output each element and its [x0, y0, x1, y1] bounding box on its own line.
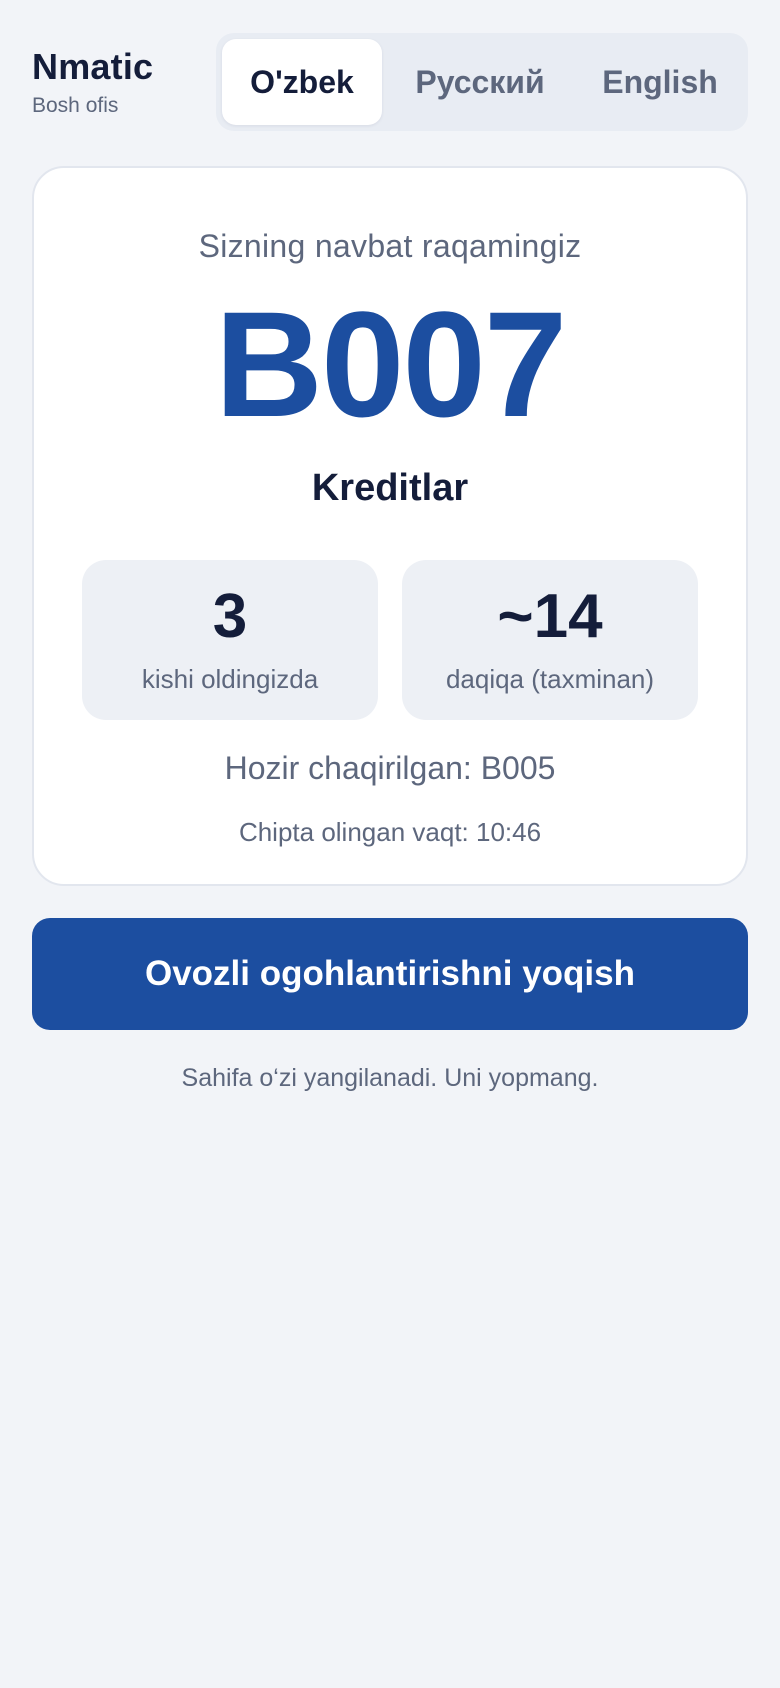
brand: Nmatic Bosh ofis — [32, 46, 153, 118]
queue-ticket-page: Nmatic Bosh ofis O'zbek Русский English … — [0, 0, 780, 1688]
people-ahead-caption: kishi oldingizda — [141, 663, 319, 694]
enable-sound-alert-button[interactable]: Ovozli ogohlantirishni yoqish — [32, 918, 748, 1030]
wait-time-box: ~14 daqiqa (taxminan) — [402, 560, 698, 720]
wait-time-caption: daqiqa (taxminan) — [445, 663, 655, 694]
auto-refresh-note: Sahifa o‘zi yangilanadi. Uni yopmang. — [181, 1064, 599, 1092]
ticket-number: B007 — [214, 280, 568, 448]
people-ahead-box: 3 kishi oldingizda — [82, 560, 378, 720]
language-option-russian[interactable]: Русский — [382, 39, 578, 125]
ticket-issued-time: Chipta olingan vaqt: 10:46 — [238, 817, 542, 847]
language-option-uzbek[interactable]: O'zbek — [222, 39, 382, 125]
now-called-text: Hozir chaqirilgan: B005 — [224, 750, 556, 786]
ticket-label: Sizning navbat raqamingiz — [198, 228, 582, 264]
wait-time-value: ~14 — [497, 581, 603, 651]
brand-name: Nmatic — [32, 46, 154, 87]
header: Nmatic Bosh ofis O'zbek Русский English — [32, 0, 748, 132]
service-name: Kreditlar — [311, 467, 469, 509]
queue-stats: 3 kishi oldingizda ~14 daqiqa (taxminan) — [82, 560, 698, 720]
people-ahead-value: 3 — [212, 581, 248, 651]
language-switcher: O'zbek Русский English — [216, 33, 748, 131]
language-option-english[interactable]: English — [578, 39, 742, 125]
branch-name: Bosh ofis — [32, 94, 119, 117]
ticket-card: Sizning navbat raqamingiz B007 Kreditlar… — [32, 166, 748, 886]
